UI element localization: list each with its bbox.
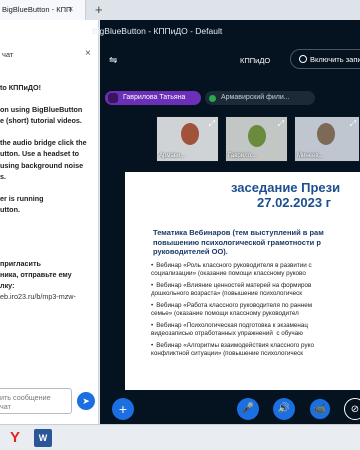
close-icon[interactable]: × <box>85 48 91 59</box>
invite-link[interactable]: eb.iro23.ru/b/mp3-mzw- <box>0 291 98 302</box>
list-item: Вебинар «Алгоритмы взаимодействия классн… <box>151 342 360 358</box>
presentation-slide: заседание Прези 27.02.2023 г Тематика Ве… <box>125 172 360 390</box>
browser-tab[interactable]: BigBlueButton - КПП × <box>0 0 86 20</box>
webcam-label: Минеев... <box>297 153 324 159</box>
browser-tab-bar: BigBlueButton - КПП × + <box>0 0 360 20</box>
chat-panel: чат × to КППиДО! on using BigBlueButton e… <box>0 20 99 424</box>
actions-add-button[interactable]: + <box>112 398 134 420</box>
slide-date: 27.02.2023 г <box>257 195 332 210</box>
record-button[interactable]: Включить запи <box>290 49 360 69</box>
room-name: КППиДО <box>240 56 271 65</box>
slide-bullet-list: Вебинар «Роль классного руководителя в р… <box>151 262 360 362</box>
list-item: Вебинар «Работа классного руководителя п… <box>151 302 360 318</box>
slide-subtitle: Тематика Вебинаров (тем выступлений в ра… <box>153 228 324 256</box>
participant-video <box>317 123 335 145</box>
maximize-icon[interactable]: ⤢ <box>209 119 215 129</box>
participant-video <box>248 125 266 147</box>
welcome-line: to КППиДО! <box>0 83 42 92</box>
next-slide-icon[interactable]: › <box>342 370 345 381</box>
presenter-badge[interactable]: Гаврилова Татьяна <box>105 91 201 105</box>
webcam-tile[interactable]: ⤢ Минеев... <box>294 116 360 162</box>
previous-slide-icon[interactable]: ‹ <box>278 370 281 381</box>
participant-video <box>181 123 199 145</box>
chevron-down-icon: ⌄ <box>330 372 337 381</box>
participant-badge[interactable]: Армавирский фили... <box>205 91 315 105</box>
send-button[interactable]: ➤ <box>77 392 95 410</box>
welcome-line: er is running utton. <box>0 193 44 215</box>
yandex-browser-icon[interactable]: Y <box>6 429 24 447</box>
chat-title: чат <box>2 50 14 59</box>
screen-share-button[interactable]: ⊘ <box>344 398 360 420</box>
new-tab-icon[interactable]: + <box>95 2 103 17</box>
message-input[interactable]: ить сообщение чат <box>0 388 72 414</box>
webcam-label: Армави... <box>159 153 186 159</box>
slide-selector[interactable]: Слайд 11 ⌄ <box>296 372 337 381</box>
taskbar: Y W <box>0 424 360 450</box>
webcam-label: Гаврило... <box>228 153 257 159</box>
slide-heading: заседание Прези <box>231 180 341 195</box>
tab-title: BigBlueButton - КПП <box>2 5 72 14</box>
welcome-message: to КППиДО! on using BigBlueButton e (shor… <box>0 82 98 226</box>
list-item: Вебинар «Влияние ценностей матерей на фо… <box>151 282 360 298</box>
audio-button[interactable]: 🔊 <box>273 398 295 420</box>
avatar <box>108 93 118 103</box>
microphone-button[interactable]: 🎤 <box>237 398 259 420</box>
invite-message: пригласить ника, отправьте ему лку: eb.i… <box>0 258 98 302</box>
word-icon[interactable]: W <box>34 429 52 447</box>
page-title: BigBlueButton - КППиДО - Default <box>92 26 223 36</box>
list-item: Вебинар «Роль классного руководителя в р… <box>151 262 360 278</box>
maximize-icon[interactable]: ⤢ <box>350 119 356 129</box>
webcam-tile[interactable]: ⤢ Армави... <box>156 116 219 162</box>
webcam-tile[interactable]: ⤢ Гаврило... <box>225 116 288 162</box>
record-icon <box>299 55 307 63</box>
talking-indicator-icon <box>209 95 216 102</box>
meeting-area: BigBlueButton - КППиДО - Default ⇋ КППиД… <box>92 20 360 424</box>
welcome-line: the audio bridge click the utton. Use a h… <box>0 137 87 182</box>
maximize-icon[interactable]: ⤢ <box>278 119 284 129</box>
close-tab-icon[interactable]: × <box>68 4 73 14</box>
camera-button[interactable]: 📹 <box>309 398 331 420</box>
welcome-line: on using BigBlueButton e (short) tutorial… <box>0 104 83 126</box>
list-item: Вебинар «Психологическая подготовка к эк… <box>151 322 360 338</box>
users-toggle-icon[interactable]: ⇋ <box>109 55 117 66</box>
